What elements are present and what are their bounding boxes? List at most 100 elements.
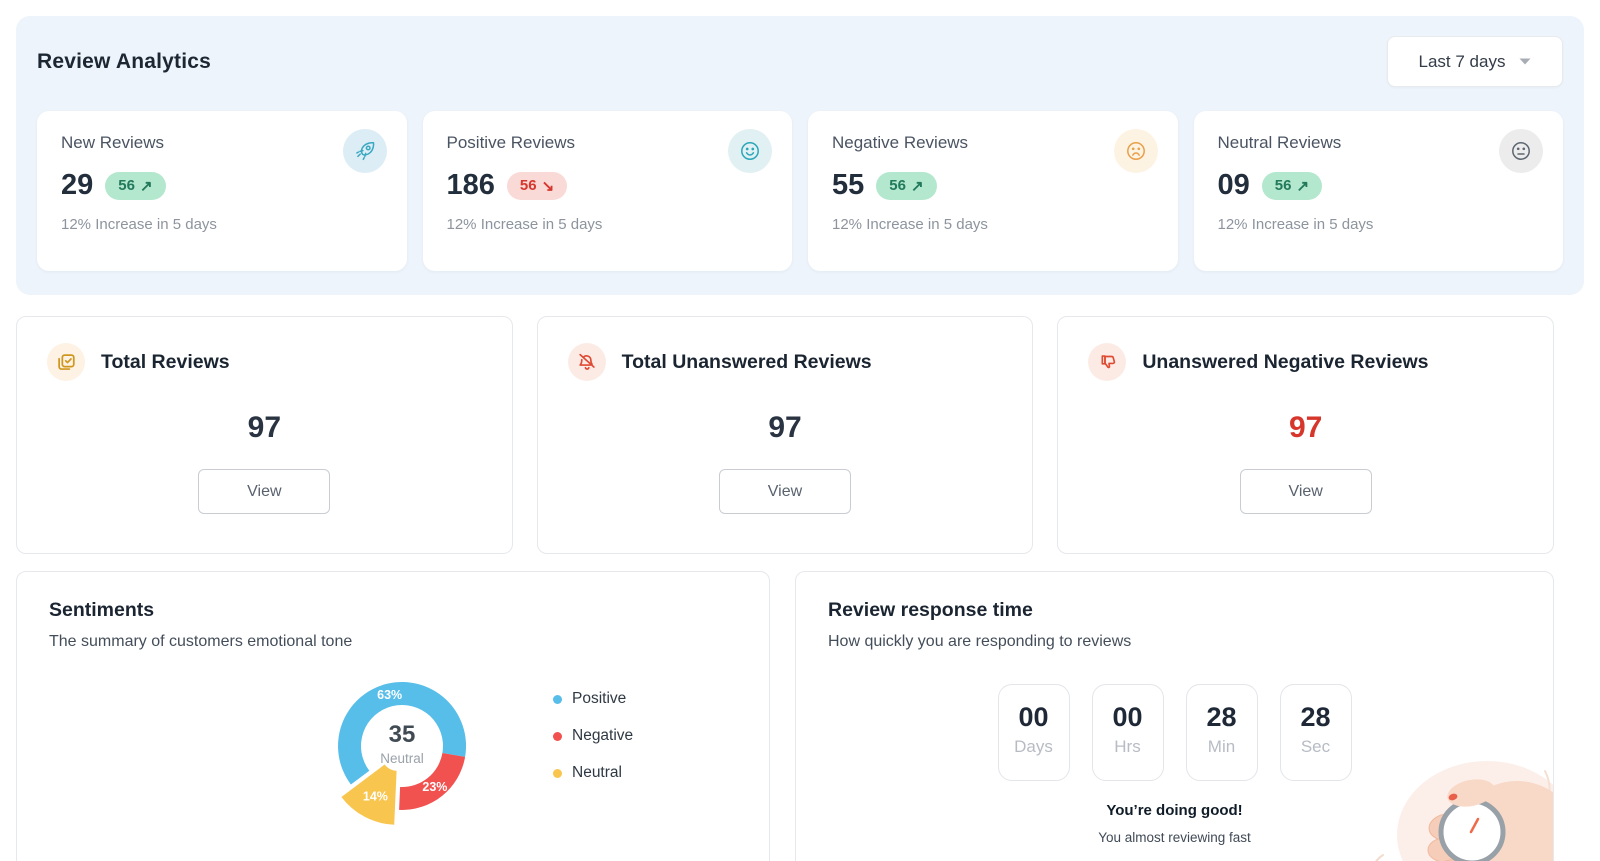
trend-badge: 56 ↗ bbox=[876, 172, 936, 200]
chevron-down-icon bbox=[1519, 58, 1531, 65]
stat-value: 186 bbox=[447, 169, 495, 202]
date-range-value: Last 7 days bbox=[1419, 52, 1506, 72]
trend-badge: 56 ↘ bbox=[507, 172, 567, 200]
stat-note: 12% Increase in 5 days bbox=[1218, 216, 1540, 233]
trend-up-arrow-icon: ↗ bbox=[1296, 177, 1309, 195]
bell-slash-icon bbox=[568, 343, 606, 381]
summary-card-header: Unanswered Negative Reviews bbox=[1088, 343, 1523, 381]
stat-card-title: Negative Reviews bbox=[832, 133, 1154, 153]
bottom-row: Sentiments The summary of customers emot… bbox=[16, 571, 1554, 861]
trend-badge: 56↗ bbox=[1262, 172, 1322, 200]
sentiments-subtitle: The summary of customers emotional tone bbox=[49, 633, 737, 651]
donut-chart-wrap: 63% 23% 14% 35 Neutral bbox=[317, 658, 487, 833]
time-unit-value: 28 bbox=[1281, 702, 1351, 733]
summary-card-value: 97 bbox=[1088, 411, 1523, 445]
stat-card-row: New Reviews2956↗12% Increase in 5 daysPo… bbox=[37, 111, 1563, 271]
summary-card-unanswered-negative-reviews: Unanswered Negative Reviews 97 View bbox=[1057, 316, 1554, 554]
sad-face-icon bbox=[1114, 129, 1158, 173]
legend-item-positive[interactable]: Positive bbox=[553, 690, 633, 708]
stat-card-positive-reviews: Positive Reviews 186 56 ↘ 12% Increase in 5 … bbox=[423, 111, 793, 271]
stat-note: 12% Increase in 5 days bbox=[832, 216, 1154, 233]
donut-center-value: 35 bbox=[389, 721, 416, 748]
legend-label: Neutral bbox=[572, 764, 622, 782]
trend-up-arrow-icon: ↗ bbox=[911, 177, 924, 195]
trend-badge: 56 ↗ bbox=[105, 172, 165, 200]
date-range-dropdown[interactable]: Last 7 days bbox=[1387, 36, 1563, 87]
legend-item-negative[interactable]: Negative bbox=[553, 727, 633, 745]
trend-badge-value: 56 bbox=[118, 177, 135, 194]
stat-value-row: 186 56 ↘ bbox=[447, 169, 769, 202]
reviews-check-icon bbox=[47, 343, 85, 381]
trend-badge-value: 56 bbox=[1275, 177, 1292, 194]
stat-note: 12% Increase in 5 days bbox=[447, 216, 769, 233]
sentiments-body: 63% 23% 14% 35 Neutral Positive Negative Neutr… bbox=[49, 658, 737, 833]
time-unit-min: 28 Min bbox=[1186, 684, 1258, 781]
time-unit-days: 00 Days bbox=[998, 684, 1070, 781]
time-unit-label: Min bbox=[1187, 737, 1257, 757]
stat-value: 55 bbox=[832, 169, 864, 202]
smiley-face-icon bbox=[728, 129, 772, 173]
response-time-subtitle: How quickly you are responding to review… bbox=[828, 633, 1521, 651]
slice-percent-label: 23% bbox=[422, 780, 447, 794]
slice-percent-label: 14% bbox=[363, 789, 388, 803]
sentiments-title: Sentiments bbox=[49, 599, 737, 622]
stat-value: 29 bbox=[61, 169, 93, 202]
legend-label: Negative bbox=[572, 727, 633, 745]
sentiments-card: Sentiments The summary of customers emot… bbox=[16, 571, 770, 861]
view-button[interactable]: View bbox=[1240, 469, 1372, 514]
summary-card-total-unanswered-reviews: Total Unanswered Reviews 97 View bbox=[537, 316, 1034, 554]
review-analytics-page: Review Analytics Last 7 days New Reviews… bbox=[0, 0, 1600, 861]
page-title: Review Analytics bbox=[37, 36, 211, 74]
legend-label: Positive bbox=[572, 690, 626, 708]
stat-note: 12% Increase in 5 days bbox=[61, 216, 383, 233]
summary-card-row: Total Reviews97ViewTotal Unanswered Revi… bbox=[16, 316, 1554, 554]
time-unit-hrs: 00 Hrs bbox=[1092, 684, 1164, 781]
summary-card-title: Unanswered Negative Reviews bbox=[1142, 351, 1428, 374]
time-unit-value: 00 bbox=[999, 702, 1069, 733]
stat-value: 09 bbox=[1218, 169, 1250, 202]
trend-badge-value: 56 bbox=[889, 177, 906, 194]
time-unit-value: 28 bbox=[1187, 702, 1257, 733]
stat-card-title: Neutral Reviews bbox=[1218, 133, 1540, 153]
time-unit-label: Hrs bbox=[1093, 737, 1163, 757]
stat-card-negative-reviews: Negative Reviews 55 56 ↗ 12% Increase in 5 d… bbox=[808, 111, 1178, 271]
stat-card-title: Positive Reviews bbox=[447, 133, 769, 153]
legend-swatch bbox=[553, 732, 562, 741]
trend-up-arrow-icon: ↗ bbox=[140, 177, 153, 195]
view-button[interactable]: View bbox=[719, 469, 851, 514]
panel-header: Review Analytics Last 7 days bbox=[37, 36, 1563, 87]
stat-value-row: 09 56↗ bbox=[1218, 169, 1540, 202]
stat-value-row: 55 56 ↗ bbox=[832, 169, 1154, 202]
stopwatch-hand-illustration bbox=[1341, 755, 1553, 861]
summary-card-header: Total Unanswered Reviews bbox=[568, 343, 1003, 381]
trend-badge-value: 56 bbox=[520, 177, 537, 194]
summary-card-value: 97 bbox=[568, 411, 1003, 445]
summary-card-value: 97 bbox=[47, 411, 482, 445]
response-time-title: Review response time bbox=[828, 599, 1521, 622]
view-button[interactable]: View bbox=[198, 469, 330, 514]
stat-value-row: 29 56 ↗ bbox=[61, 169, 383, 202]
donut-center-label: Neutral bbox=[380, 751, 424, 766]
response-time-card: Review response time How quickly you are… bbox=[795, 571, 1554, 861]
thumbs-down-icon bbox=[1088, 343, 1126, 381]
stat-card-neutral-reviews: Neutral Reviews 09 56↗ 12% Increase in 5 da… bbox=[1194, 111, 1564, 271]
chart-legend: Positive Negative Neutral bbox=[553, 658, 633, 833]
slice-percent-label: 63% bbox=[377, 688, 402, 702]
neutral-face-icon bbox=[1499, 129, 1543, 173]
stat-card-new-reviews: New Reviews 29 56 ↗ 12% Increase in 5 days bbox=[37, 111, 407, 271]
summary-card-title: Total Reviews bbox=[101, 351, 230, 374]
trend-down-arrow-icon: ↘ bbox=[542, 177, 555, 195]
summary-card-total-reviews: Total Reviews 97 View bbox=[16, 316, 513, 554]
legend-item-neutral[interactable]: Neutral bbox=[553, 764, 633, 782]
review-analytics-panel: Review Analytics Last 7 days New Reviews… bbox=[16, 16, 1584, 295]
summary-card-header: Total Reviews bbox=[47, 343, 482, 381]
time-unit-label: Days bbox=[999, 737, 1069, 757]
rocket-icon bbox=[343, 129, 387, 173]
sentiment-donut-chart: 63% 23% 14% 35 Neutral bbox=[317, 658, 487, 828]
legend-swatch bbox=[553, 769, 562, 778]
time-unit-label: Sec bbox=[1281, 737, 1351, 757]
time-unit-value: 00 bbox=[1093, 702, 1163, 733]
summary-card-title: Total Unanswered Reviews bbox=[622, 351, 872, 374]
legend-swatch bbox=[553, 695, 562, 704]
stat-card-title: New Reviews bbox=[61, 133, 383, 153]
